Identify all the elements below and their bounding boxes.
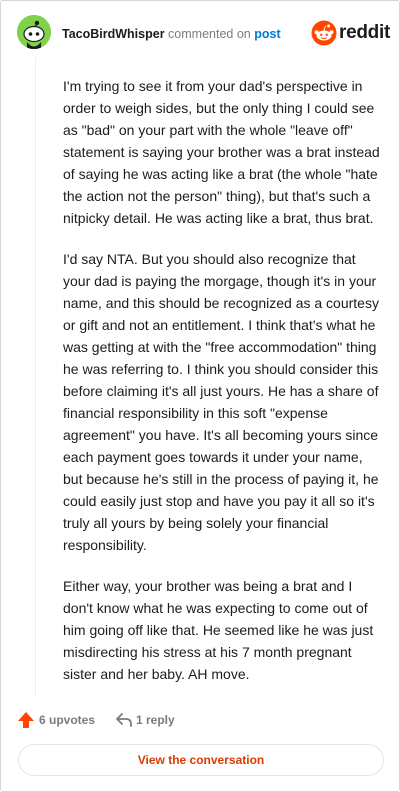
comment-paragraph: I'm trying to see it from your dad's per… — [63, 78, 380, 226]
thread-line — [35, 57, 36, 697]
view-conversation-button[interactable]: View the conversation — [18, 744, 384, 776]
snoo-avatar-icon — [17, 15, 51, 49]
comment-header: TacoBirdWhisper commented on post reddit — [17, 15, 390, 55]
upvote-count: 6 upvotes — [39, 713, 96, 727]
upvote-icon[interactable] — [17, 711, 35, 734]
comment-card: TacoBirdWhisper commented on post reddit… — [0, 0, 400, 792]
reply-icon[interactable] — [115, 711, 133, 734]
comment-paragraph: Either way, your brother was being a bra… — [63, 578, 374, 682]
reddit-logo-icon — [311, 20, 337, 46]
comment-body: I'm trying to see it from your dad's per… — [63, 75, 383, 704]
comment-paragraph: I'd say NTA. But you should also recogni… — [63, 251, 379, 553]
comment-actions: 6 upvotes 1 reply — [17, 709, 385, 733]
avatar[interactable] — [17, 15, 51, 49]
action-text: commented on — [168, 27, 251, 41]
reddit-wordmark: reddit — [339, 22, 390, 43]
comment-meta: TacoBirdWhisper commented on post — [62, 27, 281, 41]
post-link[interactable]: post — [254, 27, 280, 41]
reply-count[interactable]: 1 reply — [136, 713, 175, 727]
author-name[interactable]: TacoBirdWhisper — [62, 27, 165, 41]
reddit-logo[interactable]: reddit — [311, 20, 390, 46]
